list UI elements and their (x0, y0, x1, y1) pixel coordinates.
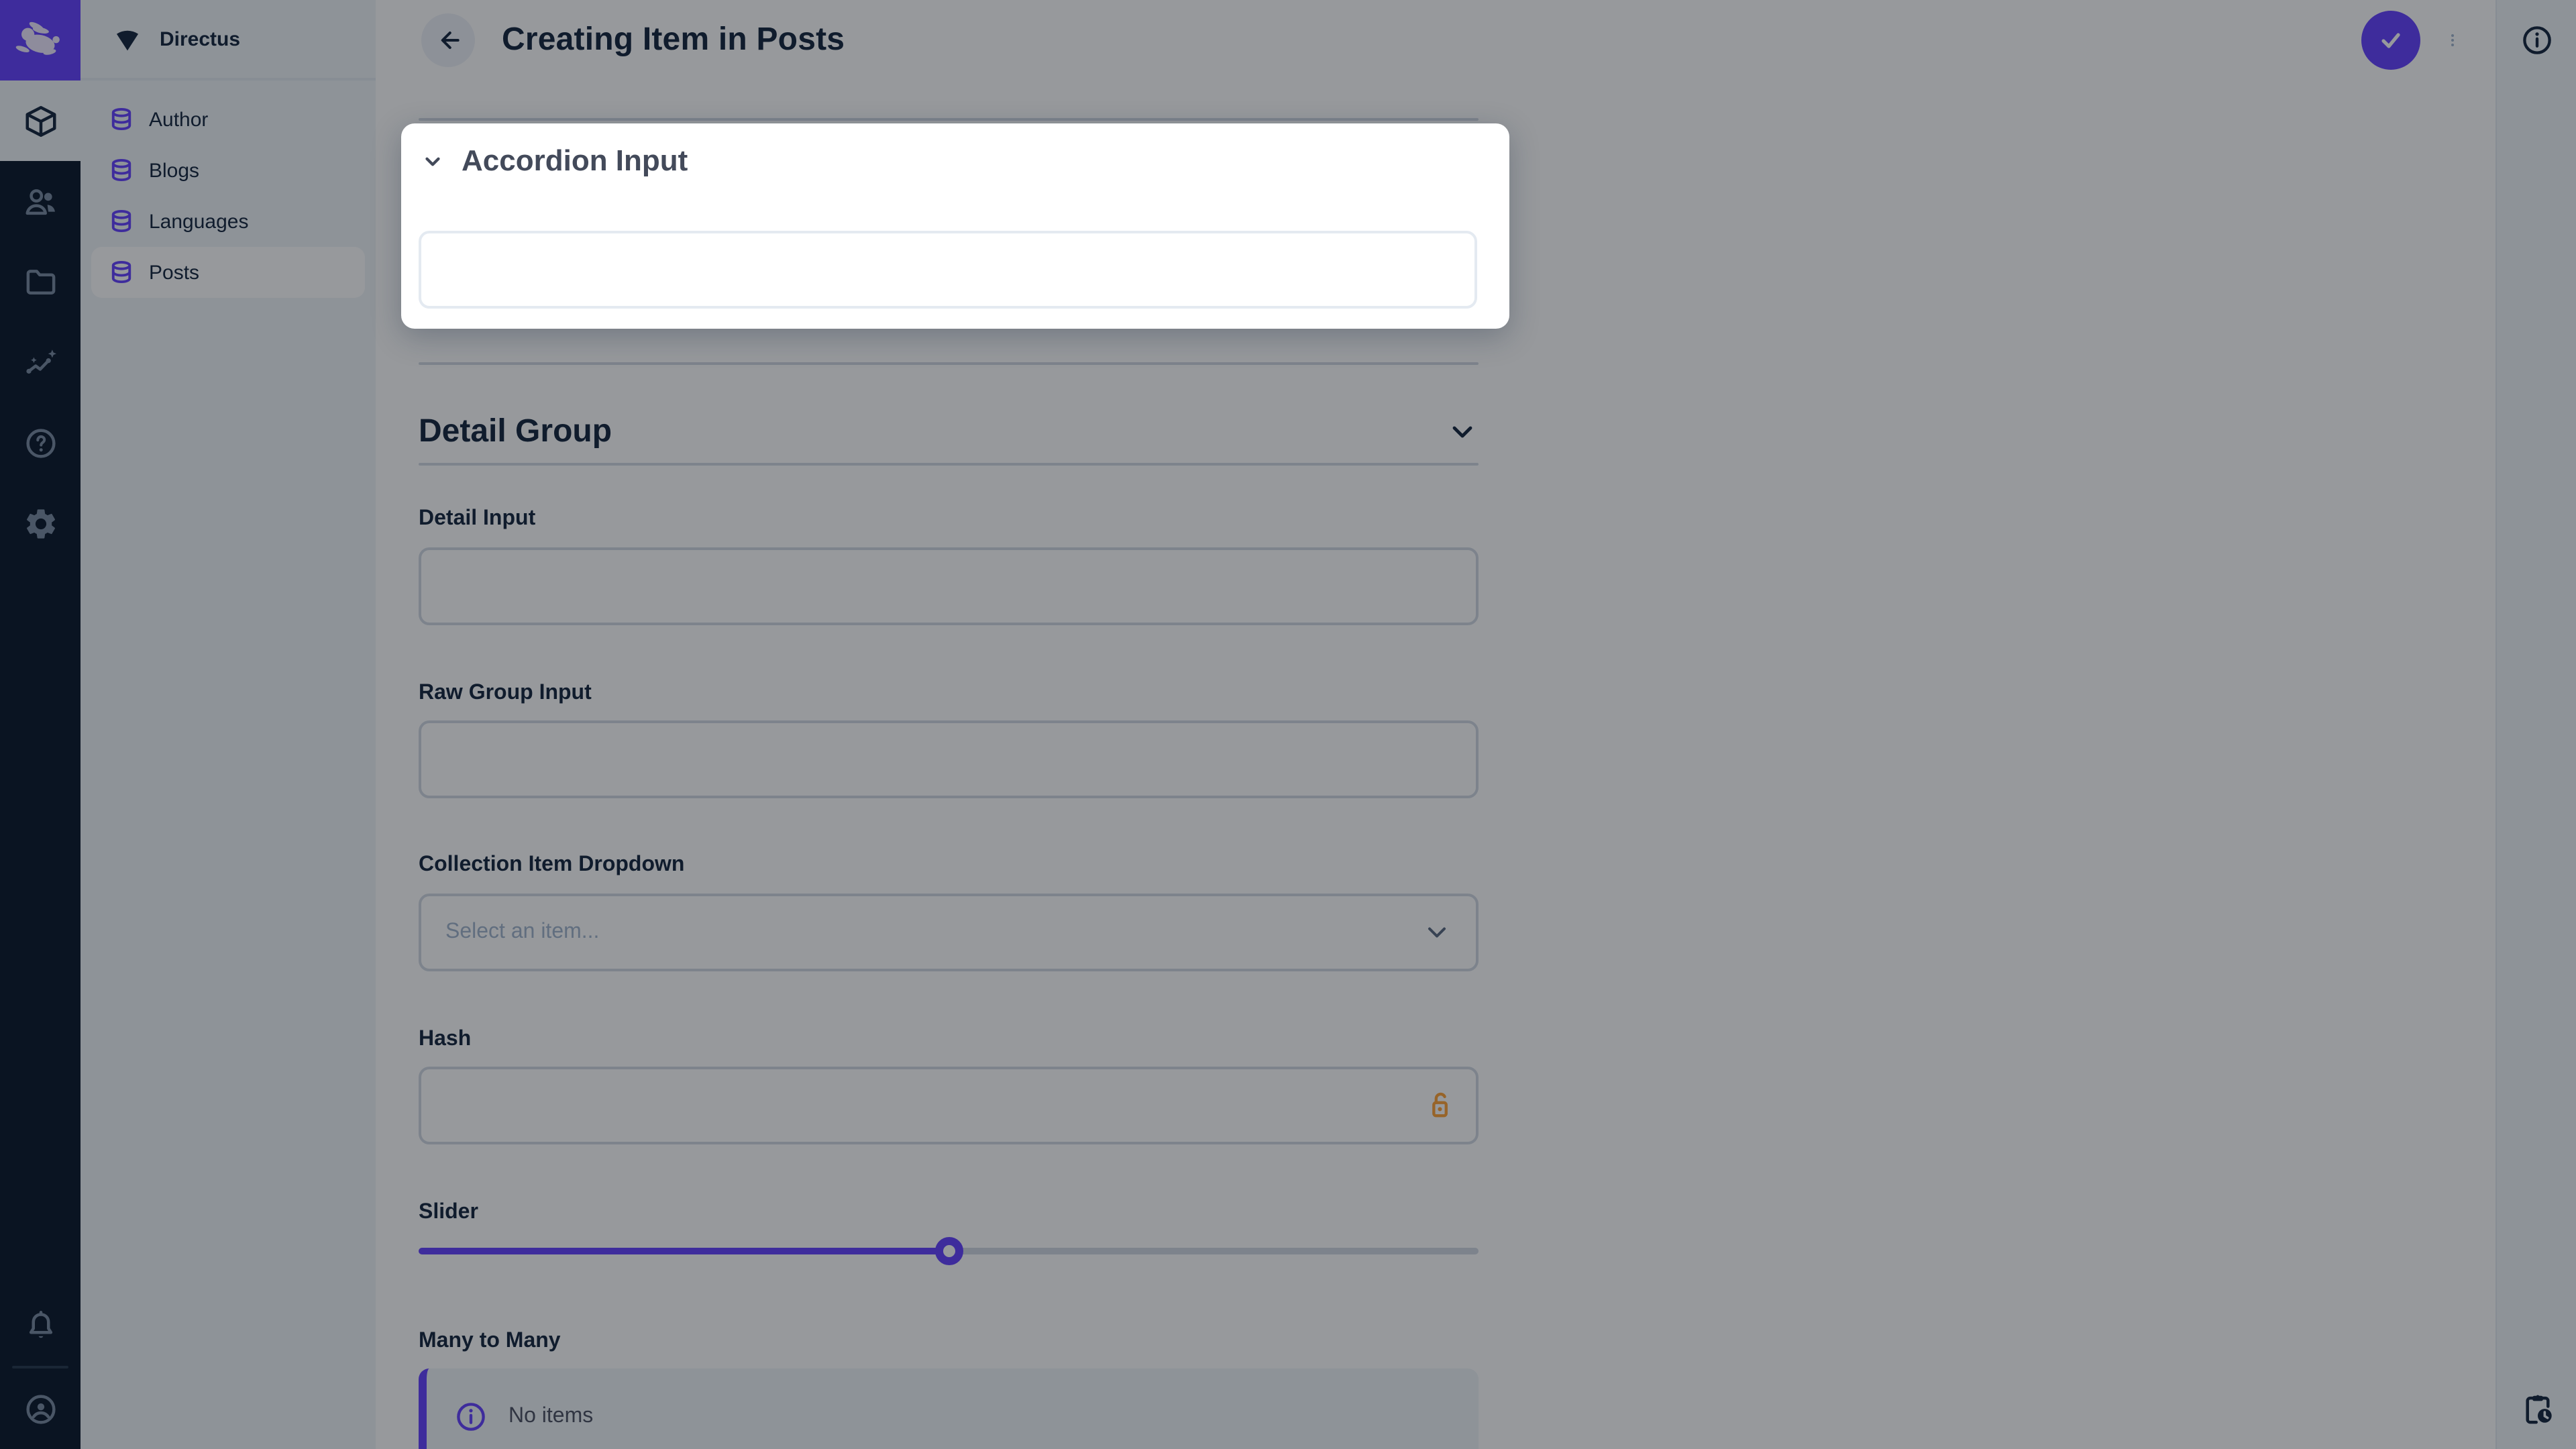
app-window: Directus Author Blogs (0, 0, 2576, 1449)
accordion-spotlight-card: Accordion Input (401, 123, 1509, 329)
accordion-header[interactable]: Accordion Input (401, 123, 1509, 178)
chevron-down-icon (421, 150, 444, 172)
accordion-title: Accordion Input (462, 144, 688, 178)
accordion-input[interactable] (419, 231, 1477, 309)
